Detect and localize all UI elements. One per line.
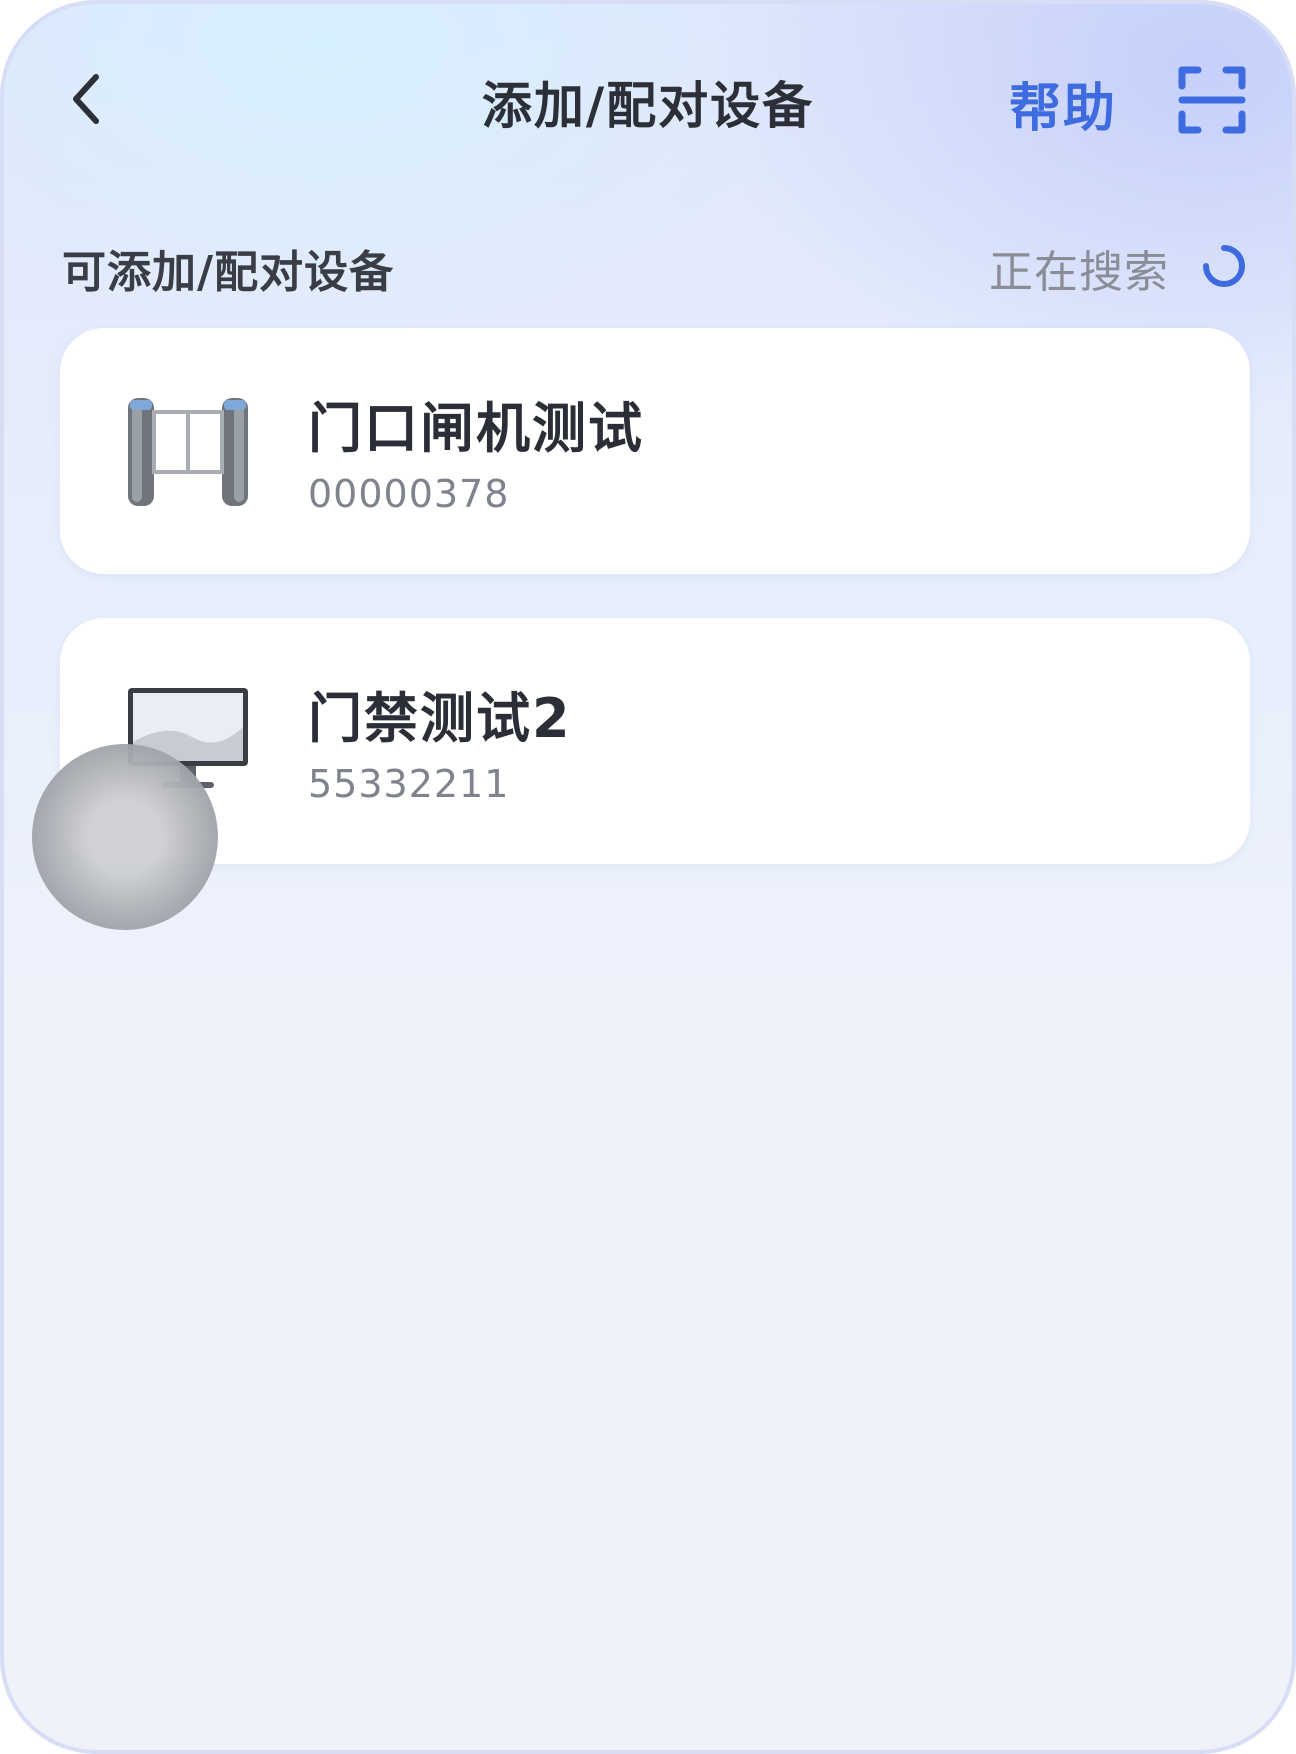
available-devices-heading: 可添加/配对设备: [62, 247, 395, 298]
device-serial: 55332211: [308, 762, 510, 806]
touch-indicator: [32, 744, 218, 930]
device-name: 门禁测试2: [308, 687, 572, 750]
help-link[interactable]: 帮助: [1009, 66, 1117, 141]
scan-icon: [1178, 66, 1246, 134]
scan-button[interactable]: [1176, 64, 1248, 136]
device-card[interactable]: 门禁测试2 55332211: [60, 618, 1250, 864]
phone-screen: 添加/配对设备 帮助 可添加/配对设备 正在搜索 门口闸机测试 00000378…: [0, 0, 1296, 1754]
turnstile-gate-icon: [128, 398, 248, 506]
nav-bar: 添加/配对设备 帮助: [4, 4, 1292, 204]
search-status-text: 正在搜索: [989, 247, 1169, 298]
device-card[interactable]: 门口闸机测试 00000378: [60, 328, 1250, 574]
loading-spinner-icon: [1203, 245, 1245, 287]
device-name: 门口闸机测试: [308, 397, 644, 460]
device-serial: 00000378: [308, 472, 510, 516]
